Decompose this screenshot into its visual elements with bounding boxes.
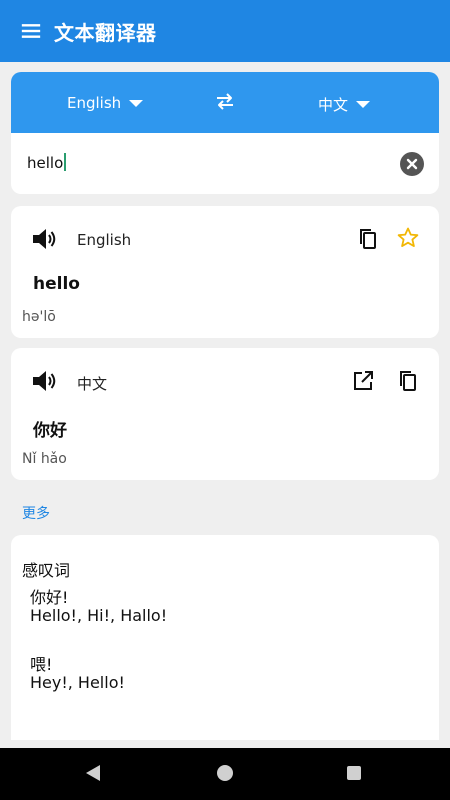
clear-button[interactable] — [400, 152, 424, 176]
source-result-card: English hello hə'lō — [11, 206, 439, 338]
definitions-card: 感叹词 你好! Hello!, Hi!, Hallo! 喂! Hey!, Hel… — [11, 535, 439, 740]
swap-icon[interactable] — [213, 89, 237, 113]
text-cursor — [64, 153, 67, 171]
source-language-label: English — [67, 94, 122, 112]
copy-icon[interactable] — [396, 369, 420, 393]
more-link[interactable]: 更多 — [22, 503, 50, 523]
target-result-card: 中文 你好 Nǐ hǎo — [11, 348, 439, 480]
text-input-value: hello — [27, 154, 64, 172]
source-result-phonetic: hə'lō — [22, 309, 56, 325]
definition-term: 喂! — [30, 655, 53, 674]
nav-home-icon[interactable] — [217, 765, 233, 781]
open-external-icon[interactable] — [351, 369, 375, 393]
source-result-language: English — [77, 231, 132, 249]
source-result-text: hello — [33, 274, 80, 294]
menu-icon — [21, 24, 41, 38]
menu-button[interactable] — [0, 0, 62, 62]
copy-icon[interactable] — [356, 227, 380, 251]
definition-synonyms: Hello!, Hi!, Hallo! — [30, 606, 168, 625]
star-icon[interactable] — [396, 226, 420, 250]
target-result-language: 中文 — [77, 375, 108, 393]
caret-down-icon — [129, 99, 144, 107]
translate-input-card: English 中文 hello — [11, 72, 439, 194]
nav-back-icon[interactable] — [86, 765, 100, 781]
system-nav-bar — [0, 748, 450, 800]
clear-icon — [406, 158, 418, 170]
definition-synonyms: Hey!, Hello! — [30, 673, 125, 692]
app-title: 文本翻译器 — [54, 20, 157, 45]
language-bar: English 中文 — [11, 72, 439, 133]
source-language-dropdown[interactable]: English — [67, 94, 144, 112]
speaker-icon[interactable] — [31, 226, 59, 252]
target-result-text: 你好 — [33, 421, 67, 441]
definition-term: 你好! — [30, 588, 69, 607]
nav-recents-icon[interactable] — [347, 766, 361, 780]
text-input[interactable]: hello — [27, 153, 67, 172]
part-of-speech: 感叹词 — [22, 561, 71, 580]
text-input-row[interactable]: hello — [11, 133, 439, 194]
app-bar: 文本翻译器 — [0, 0, 450, 62]
speaker-icon[interactable] — [31, 368, 59, 394]
target-result-phonetic: Nǐ hǎo — [22, 451, 67, 467]
target-language-dropdown[interactable]: 中文 — [318, 94, 371, 115]
caret-down-icon — [356, 101, 371, 108]
target-language-label: 中文 — [318, 96, 349, 114]
